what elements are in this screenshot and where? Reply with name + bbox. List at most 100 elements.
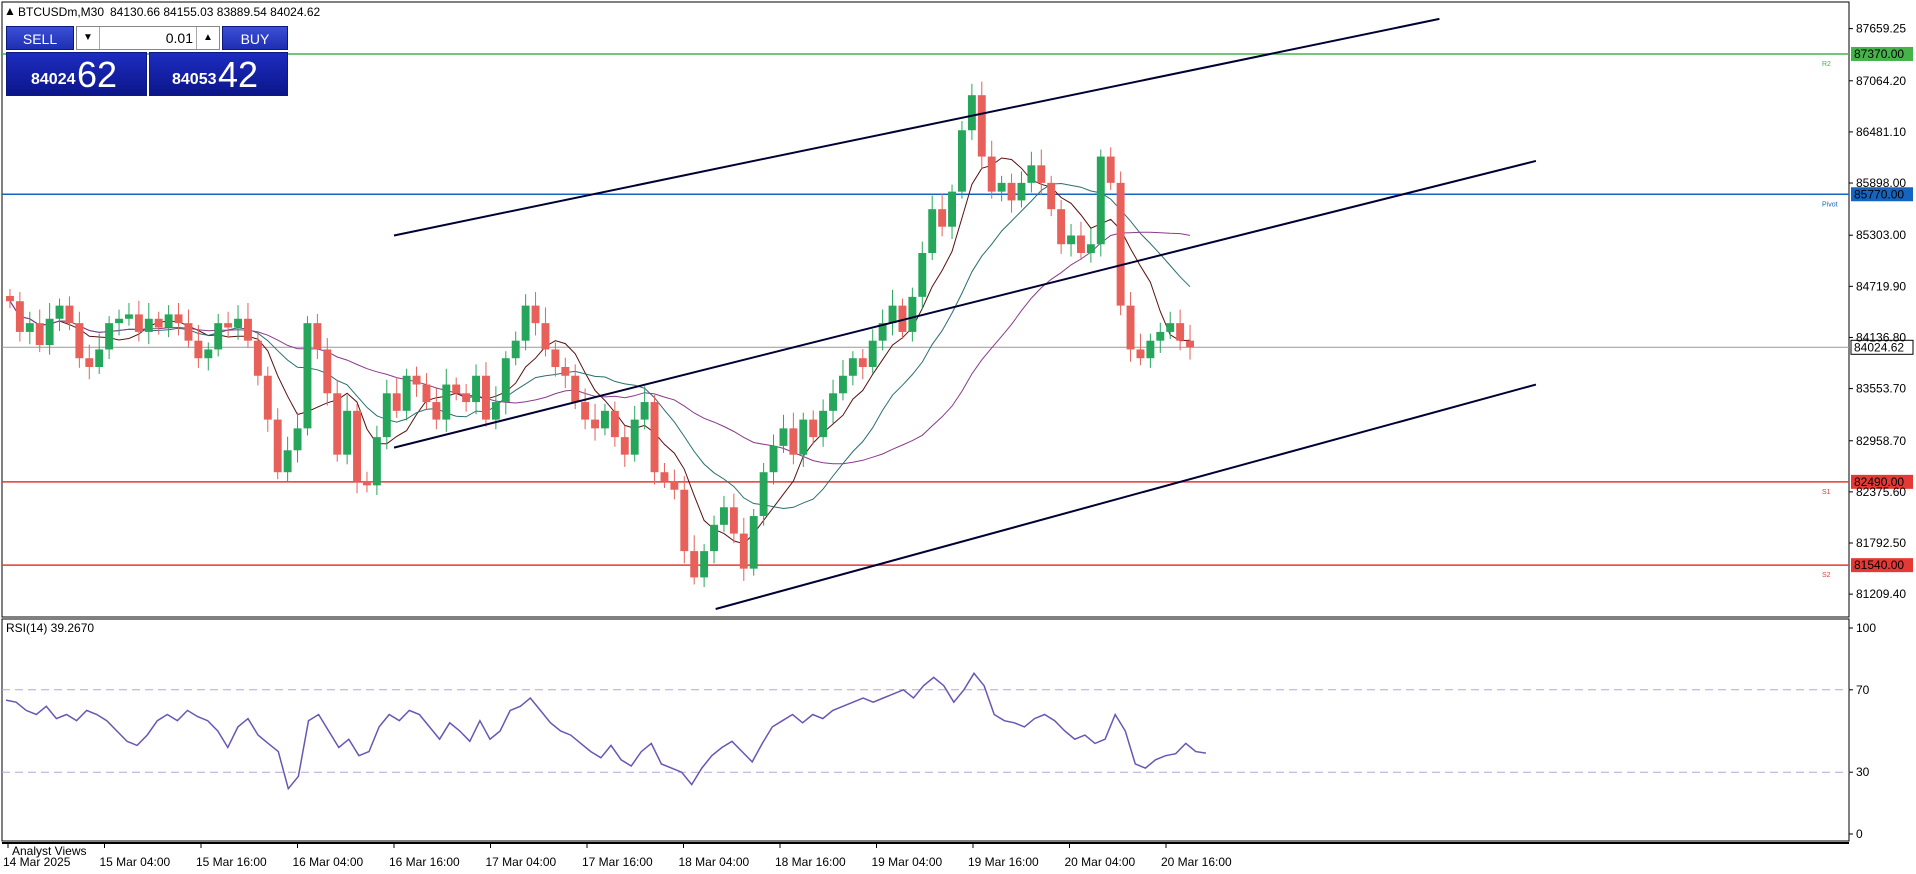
candle-body <box>422 384 431 403</box>
price-tick-label: 81209.40 <box>1856 587 1906 601</box>
candle-body <box>640 402 649 420</box>
rsi-tick-label: 30 <box>1856 765 1870 779</box>
candle-body <box>829 393 837 411</box>
chart-header-arrow[interactable]: ▲ <box>4 4 16 18</box>
candle-body <box>660 472 669 481</box>
candle-body <box>967 95 976 131</box>
bid-price-main: 84024 <box>31 71 76 88</box>
candle-body <box>144 318 153 332</box>
candle-body <box>720 507 728 525</box>
ma-fast-line <box>9 157 1191 545</box>
level-tag: S1 <box>1822 489 1831 496</box>
price-tick-label: 84136.80 <box>1856 330 1906 344</box>
lot-decrease-icon[interactable]: ▼ <box>77 27 100 49</box>
sell-button[interactable]: SELL <box>6 26 74 50</box>
time-tick-label: 18 Mar 16:00 <box>775 855 846 869</box>
candle-body <box>1156 331 1165 341</box>
candle-body <box>442 384 451 420</box>
candle-body <box>769 445 778 473</box>
candle-body <box>858 358 867 367</box>
price-tick-label: 84719.90 <box>1856 279 1906 293</box>
candle-body <box>1116 182 1125 306</box>
price-tick-label: 81792.50 <box>1856 536 1906 550</box>
lot-increase-icon[interactable]: ▲ <box>196 27 219 49</box>
candle-body <box>402 375 411 411</box>
bid-price-box[interactable]: 84024 62 <box>6 52 147 96</box>
candle-body <box>462 393 471 403</box>
candle-body <box>690 551 699 578</box>
analyst-views-label: Analyst Views <box>12 844 86 858</box>
bid-price-pips: 62 <box>77 54 118 95</box>
candle-body <box>977 95 986 157</box>
candle-body <box>313 323 322 350</box>
candle-body <box>55 305 64 319</box>
candle-body <box>174 314 183 324</box>
candle-body <box>938 209 947 227</box>
candle-body <box>303 323 312 429</box>
candle-body <box>204 349 213 359</box>
candle-body <box>343 410 352 455</box>
candle-body <box>273 419 282 473</box>
candle-body <box>1047 182 1056 210</box>
candle-body <box>472 375 480 403</box>
candle-body <box>650 402 659 473</box>
ask-price-main: 84053 <box>172 71 217 88</box>
channel-trendline[interactable] <box>393 17 1440 237</box>
candle-body <box>680 489 689 552</box>
rsi-tick-label: 100 <box>1856 621 1876 635</box>
candle-body <box>105 323 114 350</box>
time-tick-label: 20 Mar 04:00 <box>1065 855 1136 869</box>
one-click-trading-panel: SELL ▼ 0.01 ▲ BUY 84024 62 84053 42 <box>6 26 288 96</box>
channel-trendline[interactable] <box>393 159 1537 449</box>
candle-body <box>610 410 619 438</box>
candle-body <box>234 318 242 328</box>
time-tick-label: 17 Mar 04:00 <box>486 855 557 869</box>
candle-body <box>1186 340 1194 348</box>
candle-body <box>164 314 173 328</box>
candle-body <box>293 428 302 451</box>
rsi-title: RSI(14) 39.2670 <box>6 621 94 635</box>
candle-body <box>591 419 599 429</box>
level-tag: R2 <box>1822 61 1831 68</box>
candle-body <box>779 428 788 446</box>
candle-body <box>115 318 123 324</box>
candle-body <box>1057 209 1066 245</box>
price-tick-label: 85303.00 <box>1856 228 1906 242</box>
candle-body <box>194 340 203 359</box>
candle-body <box>25 323 34 332</box>
channel-trendline[interactable] <box>715 383 1537 610</box>
candle-body <box>154 318 163 328</box>
candle-body <box>1176 323 1185 341</box>
candle-body <box>491 402 500 420</box>
buy-button[interactable]: BUY <box>222 26 288 50</box>
candle-body <box>214 323 223 350</box>
candle-body <box>1067 235 1075 245</box>
price-tick-label: 87659.25 <box>1856 22 1906 36</box>
candle-body <box>1096 156 1105 245</box>
rsi-line <box>5 672 1207 791</box>
level-price-label: 81540.00 <box>1854 558 1904 572</box>
level-price-label: 87370.00 <box>1854 47 1904 61</box>
price-tick-label: 83553.70 <box>1856 382 1906 396</box>
candle-body <box>35 323 44 346</box>
candle-body <box>75 323 84 359</box>
candle-body <box>1166 323 1175 332</box>
candle-body <box>263 375 272 420</box>
price-tick-label: 86481.10 <box>1856 125 1906 139</box>
ask-price-box[interactable]: 84053 42 <box>149 52 288 96</box>
candle-body <box>958 130 966 192</box>
time-tick-label: 15 Mar 04:00 <box>100 855 171 869</box>
price-tick-label: 85898.00 <box>1856 176 1906 190</box>
candle-body <box>333 393 342 455</box>
candle-body <box>739 533 748 569</box>
time-tick-label: 20 Mar 16:00 <box>1161 855 1232 869</box>
candle-body <box>323 349 332 394</box>
time-tick-label: 16 Mar 04:00 <box>293 855 364 869</box>
candle-body <box>1007 182 1016 201</box>
candle-body <box>908 296 917 332</box>
candle-body <box>501 358 510 403</box>
lot-size-value[interactable]: 0.01 <box>99 27 197 49</box>
candle-body <box>918 253 927 297</box>
candle-body <box>1136 349 1145 359</box>
lot-size-field[interactable]: ▼ 0.01 ▲ <box>76 26 220 50</box>
